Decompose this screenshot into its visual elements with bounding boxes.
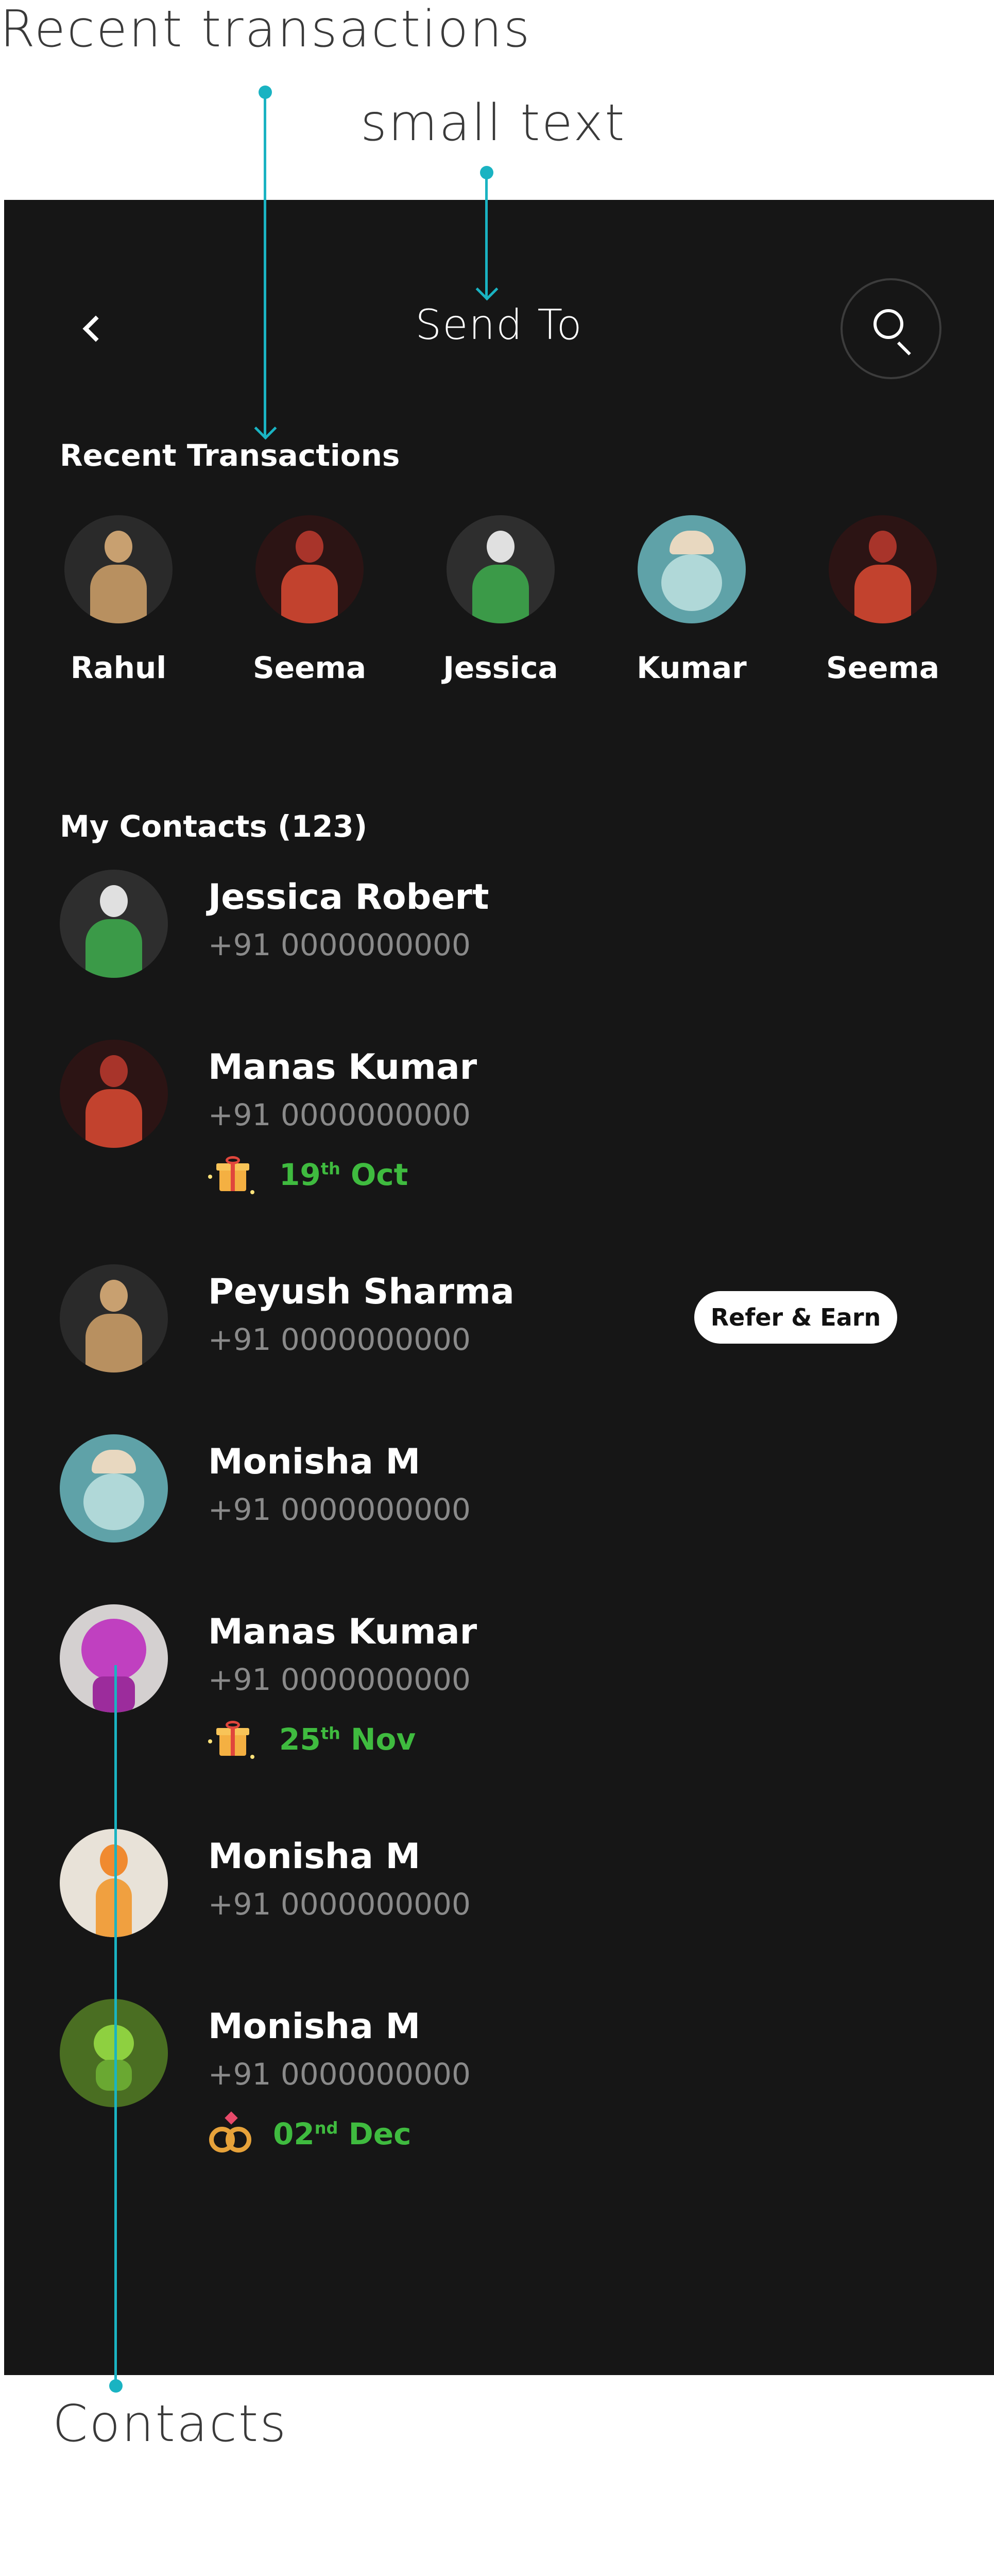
- contact-name: Manas Kumar: [208, 1612, 477, 1652]
- avatar: [60, 1434, 168, 1543]
- contact-phone: +91 0000000000: [208, 1097, 471, 1132]
- refer-and-earn-button[interactable]: Refer & Earn: [694, 1291, 897, 1344]
- avatar: [64, 515, 173, 623]
- search-icon: [873, 309, 903, 339]
- contact-phone: +91 0000000000: [208, 1322, 471, 1357]
- recent-contact-name: Seema: [826, 650, 940, 685]
- annotation-recent-transactions: Recent transactions: [0, 0, 532, 59]
- annotation-dot: [109, 2379, 123, 2393]
- contact-phone: +91 0000000000: [208, 1492, 471, 1527]
- contact-name: Monisha M: [208, 2006, 421, 2047]
- contact-name: Jessica Robert: [208, 877, 489, 918]
- recent-transactions-heading: Recent Transactions: [60, 438, 400, 473]
- avatar: [60, 870, 168, 978]
- avatar: [60, 1604, 168, 1713]
- recent-contact-name: Jessica: [443, 650, 558, 685]
- avatar: [60, 1040, 168, 1148]
- annotation-dot: [480, 166, 493, 179]
- avatar: [829, 515, 937, 623]
- recent-contact-name: Seema: [252, 650, 367, 685]
- avatar: [255, 515, 364, 623]
- contact-name: Peyush Sharma: [208, 1272, 515, 1312]
- event-date: 02nd Dec: [273, 2116, 412, 2151]
- rings-icon: [208, 2111, 254, 2155]
- gift-icon: [208, 1719, 254, 1760]
- annotation-line: [114, 1665, 117, 2392]
- contact-phone: +91 0000000000: [208, 1887, 471, 1922]
- recent-transactions-list: Rahul Seema Jessica Kumar Seema: [4, 515, 994, 701]
- annotation-contacts: Contacts: [53, 2395, 288, 2453]
- send-to-screen: Send To Recent Transactions Rahul Seema: [4, 200, 994, 2375]
- contact-name: Monisha M: [208, 1836, 421, 1877]
- avatar: [60, 1999, 168, 2107]
- contact-name: Manas Kumar: [208, 1047, 477, 1088]
- contact-name: Monisha M: [208, 1442, 421, 1482]
- contact-phone: +91 0000000000: [208, 1662, 471, 1697]
- recent-contact-name: Kumar: [637, 650, 747, 685]
- search-button[interactable]: [841, 278, 941, 379]
- avatar: [60, 1829, 168, 1937]
- recent-contact-seema[interactable]: Seema: [232, 515, 387, 685]
- event-date: 25th Nov: [279, 1722, 416, 1757]
- recent-contact-kumar[interactable]: Kumar: [614, 515, 769, 685]
- recent-contact-jessica[interactable]: Jessica: [423, 515, 578, 685]
- recent-contact-name: Rahul: [70, 650, 167, 685]
- annotation-line: [264, 92, 266, 438]
- contact-phone: +91 0000000000: [208, 927, 471, 962]
- annotation-dot: [259, 86, 272, 99]
- avatar: [60, 1264, 168, 1372]
- contact-phone: +91 0000000000: [208, 2057, 471, 2092]
- avatar: [447, 515, 555, 623]
- recent-contact-rahul[interactable]: Rahul: [41, 515, 196, 685]
- gift-icon: [208, 1154, 254, 1195]
- my-contacts-heading: My Contacts (123): [60, 809, 368, 844]
- recent-contact-seema-2[interactable]: Seema: [806, 515, 960, 685]
- annotation-small-text: small text: [361, 94, 626, 152]
- event-date: 19th Oct: [279, 1157, 408, 1192]
- avatar: [638, 515, 746, 623]
